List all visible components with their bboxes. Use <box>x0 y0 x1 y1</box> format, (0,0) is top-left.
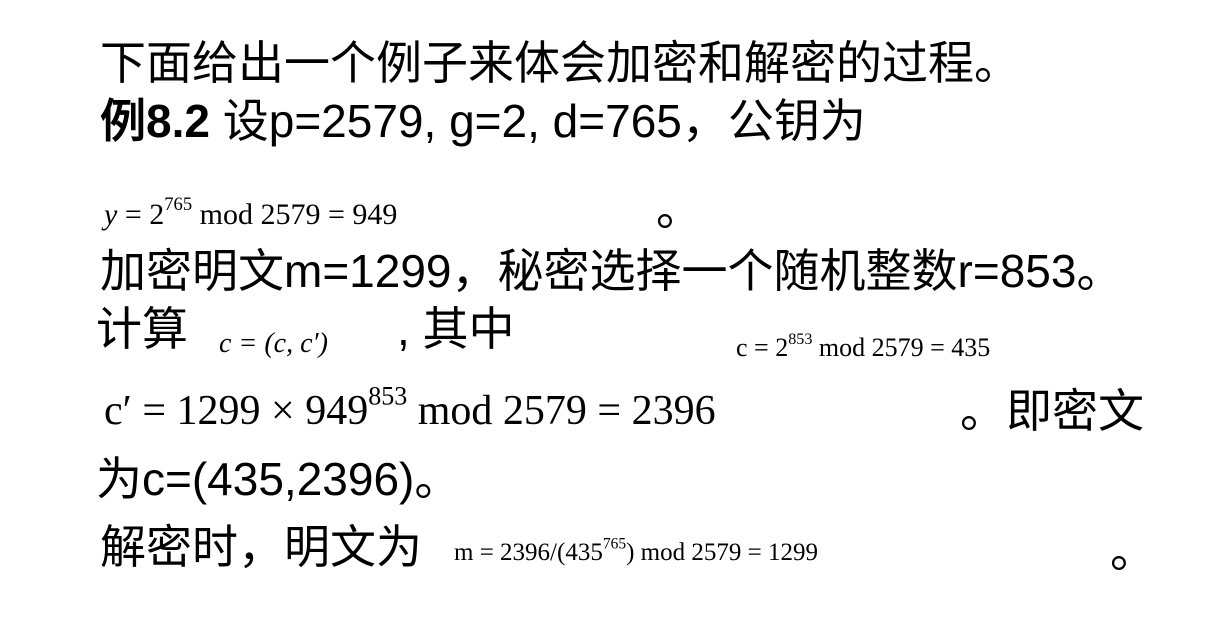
c-formula-base: c = 2 <box>736 333 789 362</box>
compute-middle: , 其中 <box>397 303 515 355</box>
cprime-exponent: 853 <box>368 381 408 411</box>
public-key-exponent: 765 <box>164 194 193 216</box>
public-key-lhs: y <box>104 198 118 231</box>
cprime-rest: mod 2579 = 2396 <box>407 388 716 434</box>
decrypt-formula-end: ) mod 2579 = 1299 <box>626 539 818 566</box>
example-label: 例8.2 <box>100 95 210 147</box>
public-key-base: = 2 <box>117 198 165 231</box>
ciphertext-pair-formula: c = (c, c′) <box>219 330 328 358</box>
ciphertext-pair-text: c = (c, c′) <box>219 328 328 359</box>
example-text: 设p=2579, g=2, d=765，公钥为 <box>209 95 866 147</box>
public-key-rest: mod 2579 = 949 <box>192 198 398 231</box>
decrypt-label: 解密时，明文为 <box>100 521 422 573</box>
decrypt-formula-start: m = 2396/(435 <box>454 539 603 566</box>
decrypt-punct: 。 <box>1110 525 1156 577</box>
decrypt-formula: m = 2396/(435765) mod 2579 = 1299 <box>454 536 818 566</box>
c-formula-rest: mod 2579 = 435 <box>812 333 991 362</box>
public-key-formula: y = 2765 mod 2579 = 949 <box>104 195 398 231</box>
decrypt-exponent: 765 <box>602 535 627 553</box>
intro-text: 下面给出一个例子来体会加密和解密的过程。 <box>100 37 1020 89</box>
compute-label: 计算 <box>96 303 188 355</box>
encrypt-text: 加密明文m=1299，秘密选择一个随机整数r=853。 <box>100 245 1123 297</box>
example-heading: 例8.2 设p=2579, g=2, d=765，公钥为 <box>100 98 866 144</box>
c-formula-exponent: 853 <box>788 330 813 348</box>
c-formula: c = 2853 mod 2579 = 435 <box>736 331 991 362</box>
cprime-lhs: c′ = 1299 × 949 <box>104 388 369 434</box>
cprime-formula: c′ = 1299 × 949853 mod 2579 = 2396 <box>104 383 716 434</box>
public-key-punct: 。 <box>656 183 702 235</box>
ciphertext-text: 为c=(435,2396)。 <box>96 453 461 505</box>
cprime-suffix: 。即密文 <box>960 385 1144 437</box>
